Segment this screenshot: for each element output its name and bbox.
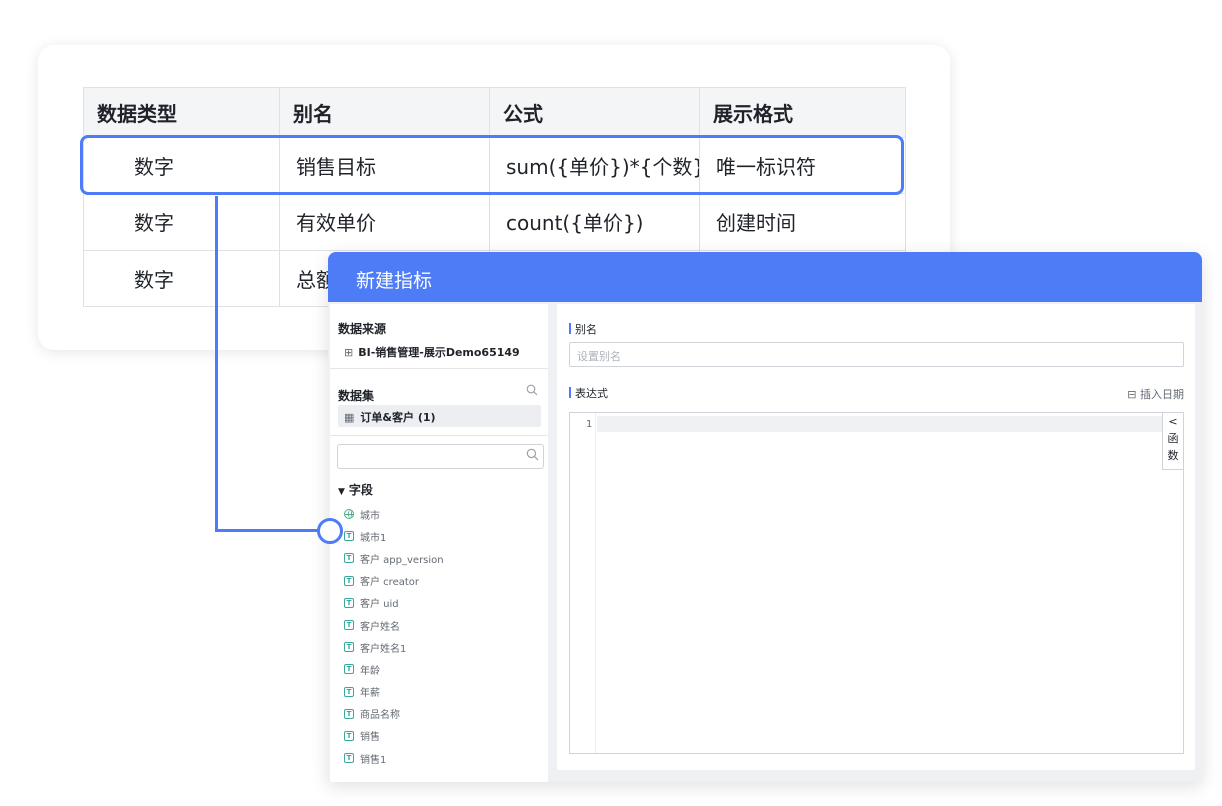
field-label: 客户姓名: [360, 621, 400, 633]
text-type-icon: T: [344, 597, 354, 608]
header-formula: 公式: [489, 87, 700, 138]
dataset-name: 订单&客户 (1): [360, 411, 436, 424]
connector-line: [215, 196, 218, 532]
search-icon: [526, 448, 539, 461]
label-accent-bar: [569, 323, 571, 334]
fields-group-header[interactable]: ▼ 字段: [338, 481, 373, 498]
field-item[interactable]: T 销售1: [344, 747, 444, 769]
insert-date-label: 插入日期: [1140, 388, 1184, 401]
field-label: 年龄: [360, 665, 380, 677]
row-highlight-frame: [80, 135, 904, 195]
cell-alias: 有效单价: [279, 193, 490, 251]
field-label: 客户 app_version: [360, 554, 444, 566]
table-icon: ▦: [344, 411, 355, 424]
field-item[interactable]: 城市: [344, 503, 444, 525]
text-type-icon: T: [344, 553, 354, 564]
stage: 数据类型 别名 公式 展示格式 数字 销售目标 sum({单价})*{个数}) …: [0, 0, 1222, 806]
search-icon[interactable]: [526, 384, 538, 396]
field-label: 客户 uid: [360, 599, 399, 611]
field-item[interactable]: T 客户 creator: [344, 570, 444, 592]
text-type-icon: T: [344, 686, 354, 697]
text-type-icon: T: [344, 531, 354, 542]
alias-label: 别名: [575, 323, 597, 336]
field-label: 年薪: [360, 688, 380, 700]
table-row[interactable]: 数字 有效单价 count({单价}) 创建时间: [83, 193, 906, 251]
data-source-item[interactable]: ⊞ BI-销售管理-展示Demo65149: [344, 344, 520, 360]
header-display-format: 展示格式: [699, 87, 906, 138]
text-type-icon: T: [344, 620, 354, 631]
editor-gutter: 1: [570, 413, 596, 753]
calendar-icon: ⊟: [1127, 388, 1137, 401]
text-type-icon: T: [344, 708, 354, 719]
function-panel-toggle[interactable]: < 函 数: [1162, 413, 1183, 470]
chevron-left-icon: <: [1168, 415, 1178, 428]
field-item[interactable]: T 城市1: [344, 525, 444, 547]
dataset-title: 数据集: [338, 389, 375, 403]
cell-formula: count({单价}): [489, 193, 700, 251]
insert-date-button[interactable]: ⊟ 插入日期: [1127, 386, 1184, 402]
divider: [330, 368, 548, 369]
field-list: 城市 T 城市1 T 客户 app_version T 客户 creator T 客户 …: [344, 503, 444, 769]
field-item[interactable]: T 客户姓名: [344, 614, 444, 636]
right-panel: 别名 设置别名 表达式 ⊟ 插入日期 1 < 函 数: [557, 304, 1195, 770]
alias-input[interactable]: 设置别名: [569, 342, 1184, 367]
dialog-title: 新建指标: [328, 252, 1202, 302]
cell-type: 数字: [83, 193, 280, 251]
field-label: 客户 creator: [360, 577, 419, 589]
connector-line: [215, 529, 320, 532]
cell-format: 创建时间: [699, 193, 906, 251]
text-type-icon: T: [344, 642, 354, 653]
field-label: 城市1: [360, 532, 387, 544]
table-header-row: 数据类型 别名 公式 展示格式: [83, 87, 906, 138]
left-panel: 数据来源 ⊞ BI-销售管理-展示Demo65149 数据集 ▦ 订单&客户 (1)…: [330, 304, 548, 782]
fields-title: 字段: [348, 483, 373, 497]
field-item[interactable]: T 年龄: [344, 658, 444, 680]
data-source-name: BI-销售管理-展示Demo65149: [358, 346, 520, 359]
text-type-icon: T: [344, 664, 354, 675]
cell-type: 数字: [83, 249, 280, 308]
function-tab-char: 函: [1167, 432, 1179, 445]
field-search-input[interactable]: [337, 444, 544, 469]
field-item[interactable]: T 年薪: [344, 681, 444, 703]
field-item[interactable]: T 商品名称: [344, 703, 444, 725]
field-label: 销售: [360, 732, 380, 744]
new-metric-dialog: 新建指标 数据来源 ⊞ BI-销售管理-展示Demo65149 数据集 ▦ 订单&客…: [328, 252, 1202, 782]
field-label: 城市: [360, 510, 380, 522]
connector-dot: [317, 518, 343, 544]
header-data-type: 数据类型: [83, 87, 280, 138]
expression-label: 表达式: [575, 387, 608, 400]
field-label: 销售1: [360, 754, 387, 766]
dataset-item[interactable]: ▦ 订单&客户 (1): [338, 405, 541, 427]
text-type-icon: T: [344, 730, 354, 741]
line-number: 1: [586, 419, 593, 430]
field-item[interactable]: T 客户 app_version: [344, 547, 444, 569]
field-item[interactable]: T 销售: [344, 725, 444, 747]
function-tab-char: 数: [1167, 449, 1179, 462]
globe-icon: [344, 509, 354, 520]
expression-editor[interactable]: 1 < 函 数: [569, 412, 1184, 754]
label-accent-bar: [569, 387, 571, 398]
header-alias: 别名: [279, 87, 490, 138]
caret-down-icon: ▼: [338, 487, 345, 497]
data-source-title: 数据来源: [338, 322, 387, 336]
text-type-icon: T: [344, 753, 354, 764]
field-item[interactable]: T 客户 uid: [344, 592, 444, 614]
field-label: 客户姓名1: [360, 643, 407, 655]
text-type-icon: T: [344, 575, 354, 586]
divider: [330, 435, 548, 436]
field-label: 商品名称: [360, 710, 400, 722]
field-item[interactable]: T 客户姓名1: [344, 636, 444, 658]
active-line: [597, 416, 1162, 432]
grid-icon: ⊞: [344, 346, 354, 359]
